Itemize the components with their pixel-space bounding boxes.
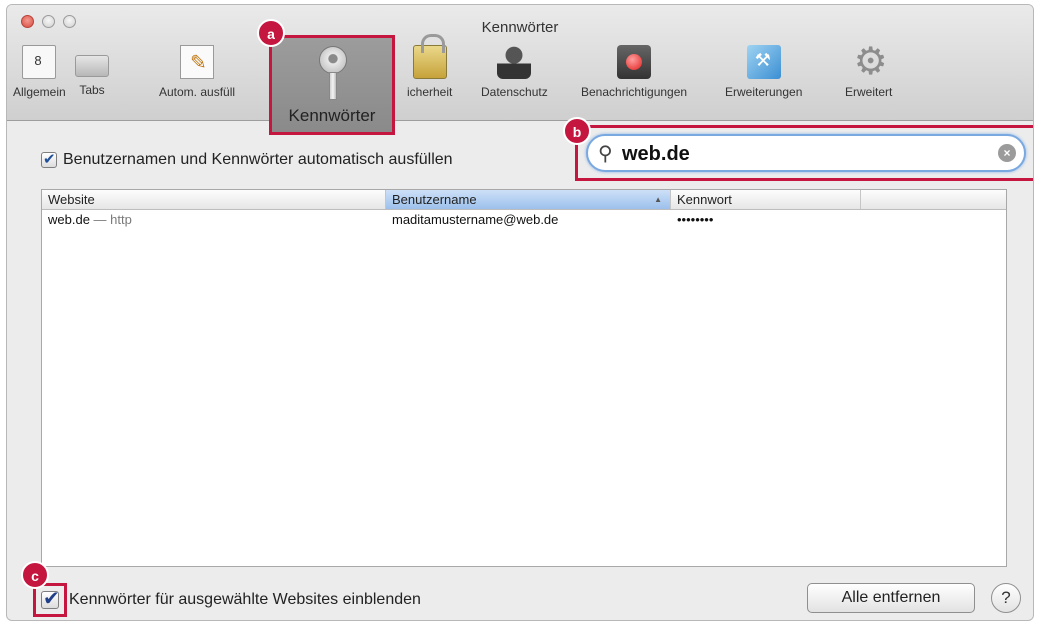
window-title: Kennwörter [481,19,559,36]
table-header: Website Benutzername ▲ Kennwort [42,190,1006,210]
annotation-badge-c: c [21,561,49,589]
gear-icon [852,39,888,84]
toolbar-label: icherheit [407,85,453,99]
annotation-badge-b: b [563,117,591,145]
show-passwords-checkbox[interactable] [41,586,60,611]
table-row[interactable]: web.de — http maditamustername@web.de ••… [42,210,1006,229]
autofill-checkbox[interactable] [41,150,57,168]
search-highlight: ⚲ × [575,125,1033,181]
toolbar-item-tabs[interactable]: Tabs [75,45,109,97]
toolbar-label: Tabs [79,83,105,97]
passwords-table: Website Benutzername ▲ Kennwort web.de —… [41,189,1007,567]
remove-all-button[interactable]: Alle entfernen [807,583,975,613]
toolbar-label: Datenschutz [481,85,548,99]
toolbar-item-security[interactable]: icherheit [407,34,453,99]
tabs-icon [75,55,109,77]
toolbar-item-general[interactable]: Allgemein [13,45,66,99]
toolbar-item-autofill[interactable]: Autom. ausfüll [159,45,235,99]
column-header-username[interactable]: Benutzername ▲ [386,190,671,209]
protocol-text: — http [93,212,132,227]
website-text: web.de [48,212,90,227]
column-header-empty [861,190,1006,209]
sort-ascending-icon: ▲ [654,195,662,204]
toolbar-label: Erweiterungen [725,85,803,99]
search-field[interactable]: ⚲ × [586,134,1026,172]
passwords-pane: Benutzernamen und Kennwörter automatisch… [7,121,1033,620]
titlebar: Kennwörter Allgemein Tabs Autom. ausfüll… [7,5,1033,135]
toolbar-item-advanced[interactable]: Erweitert [845,39,893,99]
search-icon: ⚲ [598,143,613,165]
toolbar-label: Erweitert [845,85,893,99]
toolbar-item-extensions[interactable]: Erweiterungen [725,45,802,99]
toolbar-label: Benachrichtigungen [581,85,688,99]
clear-search-icon[interactable]: × [998,144,1016,162]
preferences-window: Kennwörter Allgemein Tabs Autom. ausfüll… [6,4,1034,621]
key-icon [316,46,350,102]
toolbar-item-privacy[interactable]: Datenschutz [481,45,548,99]
autofill-icon [180,45,215,79]
cell-website: web.de — http [42,210,386,229]
column-header-website[interactable]: Website [42,190,386,209]
search-input[interactable] [622,140,982,168]
autofill-checkbox-row[interactable]: Benutzernamen und Kennwörter automatisch… [41,150,453,169]
toolbar-label: Autom. ausfüll [159,85,236,99]
cell-username: maditamustername@web.de [392,212,559,227]
column-header-password[interactable]: Kennwort [671,190,861,209]
help-button[interactable]: ? [991,583,1021,613]
annotation-badge-a: a [257,19,285,47]
toolbar-item-notifications[interactable]: Benachrichtigungen [581,45,687,99]
lock-icon [412,34,447,79]
person-icon [497,45,532,79]
general-icon [22,45,57,79]
column-header-label: Benutzername [392,192,477,207]
toolbar-item-passwords[interactable]: Kennwörter [269,35,395,135]
autofill-label: Benutzernamen und Kennwörter automatisch… [63,151,453,168]
show-passwords-label: Kennwörter für ausgewählte Websites einb… [69,591,421,608]
toolbar-label: Allgemein [13,85,66,99]
extensions-icon [746,45,781,79]
cell-password: •••••••• [677,212,714,227]
notification-icon [617,45,652,79]
